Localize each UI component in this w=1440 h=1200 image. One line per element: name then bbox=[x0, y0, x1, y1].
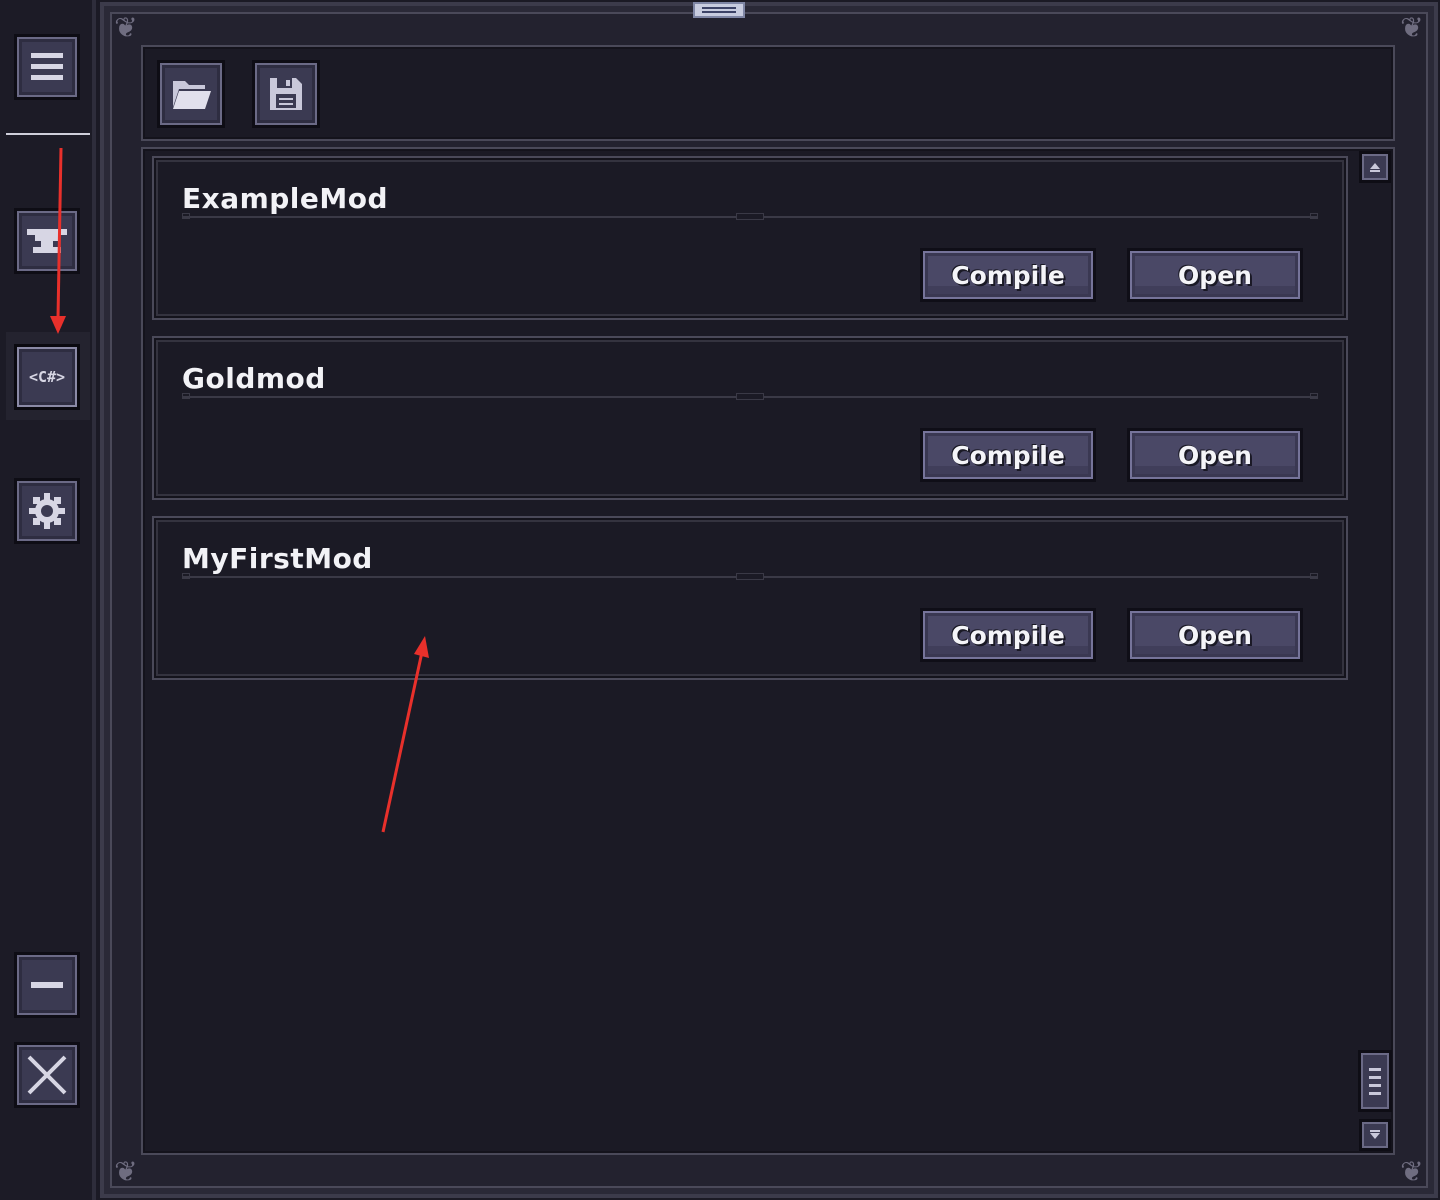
mod-card: Goldmod Compile Open bbox=[152, 336, 1348, 500]
ornament-corner-icon: ❦ bbox=[114, 1155, 138, 1188]
save-button[interactable] bbox=[252, 60, 320, 128]
ornament-corner-icon: ❦ bbox=[1400, 11, 1424, 44]
divider-rule bbox=[182, 573, 1318, 580]
minimize-icon bbox=[31, 982, 63, 988]
gear-icon bbox=[29, 493, 65, 529]
settings-button[interactable] bbox=[14, 478, 80, 544]
ornament-corner-icon: ❦ bbox=[114, 11, 138, 44]
window-drag-handle[interactable] bbox=[693, 2, 745, 18]
mod-name: ExampleMod bbox=[182, 182, 389, 215]
scrollbar-track[interactable] bbox=[1356, 184, 1392, 1050]
open-folder-button[interactable] bbox=[157, 60, 225, 128]
scroll-down-button[interactable] bbox=[1359, 1119, 1391, 1151]
mod-card: MyFirstMod Compile Open bbox=[152, 516, 1348, 680]
scroll-down-arrow-icon bbox=[1370, 1130, 1380, 1139]
sidebar-divider bbox=[6, 133, 90, 135]
sidebar-item-anvil[interactable] bbox=[14, 208, 80, 274]
minimize-button[interactable] bbox=[14, 952, 80, 1018]
csharp-code-icon: <C#> bbox=[28, 368, 66, 386]
ornament-corner-icon: ❦ bbox=[1400, 1155, 1424, 1188]
anvil-icon bbox=[27, 229, 67, 253]
floppy-disk-icon bbox=[270, 78, 302, 110]
compile-button[interactable]: Compile bbox=[920, 608, 1096, 662]
open-button[interactable]: Open bbox=[1127, 248, 1303, 302]
mod-name: MyFirstMod bbox=[182, 542, 373, 575]
divider-rule bbox=[182, 393, 1318, 400]
mod-list-panel: ExampleMod Compile Open Goldmod Compile … bbox=[141, 147, 1395, 1155]
compile-button[interactable]: Compile bbox=[920, 248, 1096, 302]
hamburger-menu-icon bbox=[31, 53, 63, 80]
folder-open-icon bbox=[173, 81, 211, 109]
mod-name: Goldmod bbox=[182, 362, 326, 395]
open-button[interactable]: Open bbox=[1127, 608, 1303, 662]
scroll-up-arrow-icon bbox=[1370, 163, 1380, 172]
divider-rule bbox=[182, 213, 1318, 220]
close-button[interactable] bbox=[14, 1042, 80, 1108]
close-x-icon bbox=[27, 1055, 67, 1095]
toolbar bbox=[141, 45, 1395, 141]
open-button[interactable]: Open bbox=[1127, 428, 1303, 482]
mod-card: ExampleMod Compile Open bbox=[152, 156, 1348, 320]
scroll-up-button[interactable] bbox=[1359, 151, 1391, 183]
sidebar: <C#> bbox=[0, 0, 96, 1200]
sidebar-item-csharp[interactable]: <C#> bbox=[14, 344, 80, 410]
compile-button[interactable]: Compile bbox=[920, 428, 1096, 482]
menu-button[interactable] bbox=[14, 34, 80, 100]
scrollbar-thumb[interactable] bbox=[1358, 1050, 1392, 1112]
